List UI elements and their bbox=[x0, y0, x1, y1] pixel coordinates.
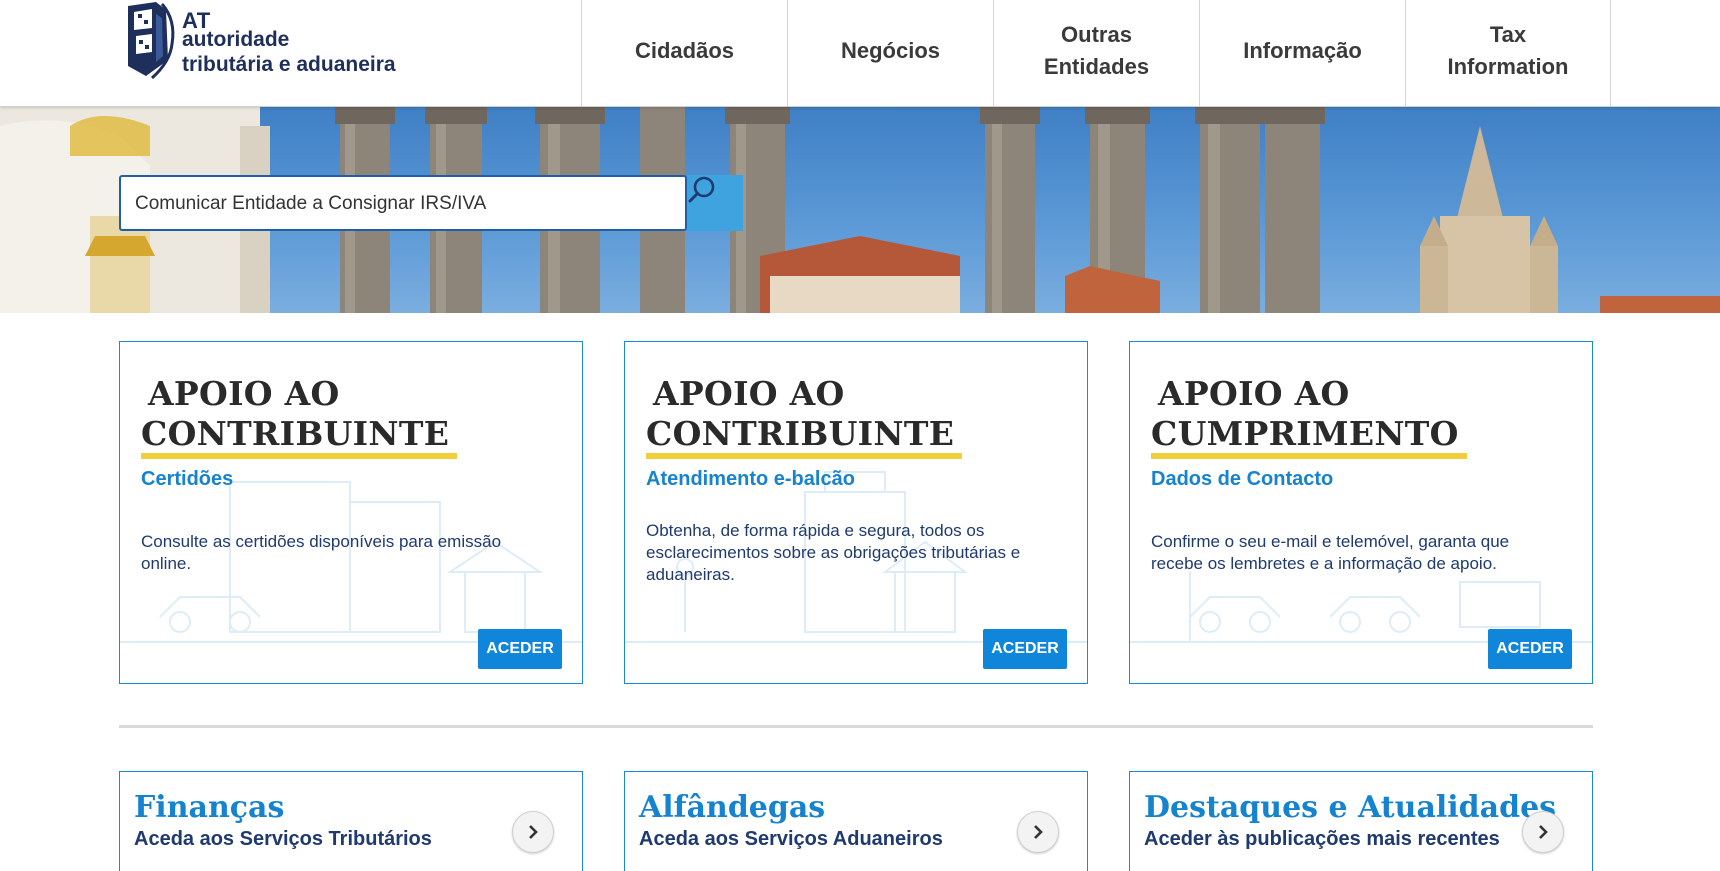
tile-financas[interactable]: Finanças Aceda aos Serviços Tributários bbox=[119, 771, 583, 871]
chevron-right-icon[interactable] bbox=[1522, 811, 1564, 853]
tile-subtitle: Aceda aos Serviços Tributários bbox=[134, 828, 432, 850]
at-logo[interactable]: AT autoridade tributária e aduaneira bbox=[120, 0, 420, 84]
card-description: Obtenha, de forma rápida e segura, todos… bbox=[646, 521, 1021, 584]
card-heading-line2: CONTRIBUINTE bbox=[646, 415, 963, 459]
search-icon bbox=[688, 176, 715, 203]
chevron-right-icon[interactable] bbox=[512, 811, 554, 853]
card-subtitle[interactable]: Dados de Contacto bbox=[1151, 468, 1333, 491]
main-nav: Cidadãos Negócios Outras Entidades Infor… bbox=[581, 0, 1611, 106]
card-heading: APOIO AO CUMPRIMENTO bbox=[1151, 374, 1467, 459]
nav-item-outras-entidades[interactable]: Outras Entidades bbox=[993, 0, 1199, 106]
card-heading-line1: APOIO AO bbox=[1158, 374, 1350, 413]
card-heading-line2: CUMPRIMENTO bbox=[1151, 415, 1467, 459]
card-subtitle[interactable]: Certidões bbox=[141, 468, 233, 491]
nav-item-negocios[interactable]: Negócios bbox=[787, 0, 993, 106]
search-field-container bbox=[119, 175, 687, 231]
card-dados-contacto: APOIO AO CUMPRIMENTO Dados de Contacto C… bbox=[1129, 341, 1593, 684]
aceder-button[interactable]: ACEDER bbox=[1488, 629, 1572, 669]
nav-item-label: Negócios bbox=[840, 38, 941, 63]
logo-text-line1: autoridade bbox=[182, 28, 290, 51]
tile-destaques[interactable]: Destaques e Atualidades Aceder às public… bbox=[1129, 771, 1593, 871]
nav-item-label: Cidadãos bbox=[634, 38, 735, 63]
card-heading: APOIO AO CONTRIBUINTE bbox=[646, 374, 963, 459]
at-emblem-icon bbox=[128, 2, 175, 80]
tile-title: Destaques e Atualidades bbox=[1144, 790, 1557, 825]
nav-item-informacao[interactable]: Informação bbox=[1199, 0, 1405, 106]
card-certidoes: APOIO AO CONTRIBUINTE Certidões Consulte… bbox=[119, 341, 583, 684]
nav-item-label: Outras Entidades bbox=[1043, 22, 1150, 79]
tile-subtitle: Aceda aos Serviços Aduaneiros bbox=[639, 828, 943, 850]
section-divider bbox=[119, 725, 1593, 728]
aceder-button[interactable]: ACEDER bbox=[478, 629, 562, 669]
site-header: AT autoridade tributária e aduaneira Cid… bbox=[0, 0, 1720, 107]
search-button[interactable] bbox=[687, 175, 743, 231]
card-description: Confirme o seu e-mail e telemóvel, garan… bbox=[1151, 532, 1510, 573]
card-description: Consulte as certidões disponíveis para e… bbox=[141, 532, 502, 573]
nav-item-cidadaos[interactable]: Cidadãos bbox=[581, 0, 787, 106]
nav-item-label: Informação bbox=[1243, 38, 1362, 63]
card-atendimento-ebalcao: APOIO AO CONTRIBUINTE Atendimento e-balc… bbox=[624, 341, 1088, 684]
tile-subtitle: Aceder às publicações mais recentes bbox=[1144, 828, 1500, 850]
search-input[interactable] bbox=[133, 177, 677, 231]
card-heading-line1: APOIO AO bbox=[148, 374, 340, 413]
card-subtitle[interactable]: Atendimento e-balcão bbox=[646, 468, 855, 491]
nav-item-label: Tax Information bbox=[1447, 22, 1569, 79]
tile-alfandegas[interactable]: Alfândegas Aceda aos Serviços Aduaneiros bbox=[624, 771, 1088, 871]
card-heading-line1: APOIO AO bbox=[653, 374, 845, 413]
card-heading: APOIO AO CONTRIBUINTE bbox=[141, 374, 458, 459]
logo-text-line2: tributária e aduaneira bbox=[182, 53, 396, 76]
tile-title: Alfândegas bbox=[639, 790, 826, 825]
aceder-button[interactable]: ACEDER bbox=[983, 629, 1067, 669]
chevron-right-icon[interactable] bbox=[1017, 811, 1059, 853]
hero-banner bbox=[0, 106, 1720, 313]
tile-title: Finanças bbox=[134, 790, 285, 825]
nav-item-tax-information[interactable]: Tax Information bbox=[1405, 0, 1611, 106]
card-heading-line2: CONTRIBUINTE bbox=[141, 415, 458, 459]
